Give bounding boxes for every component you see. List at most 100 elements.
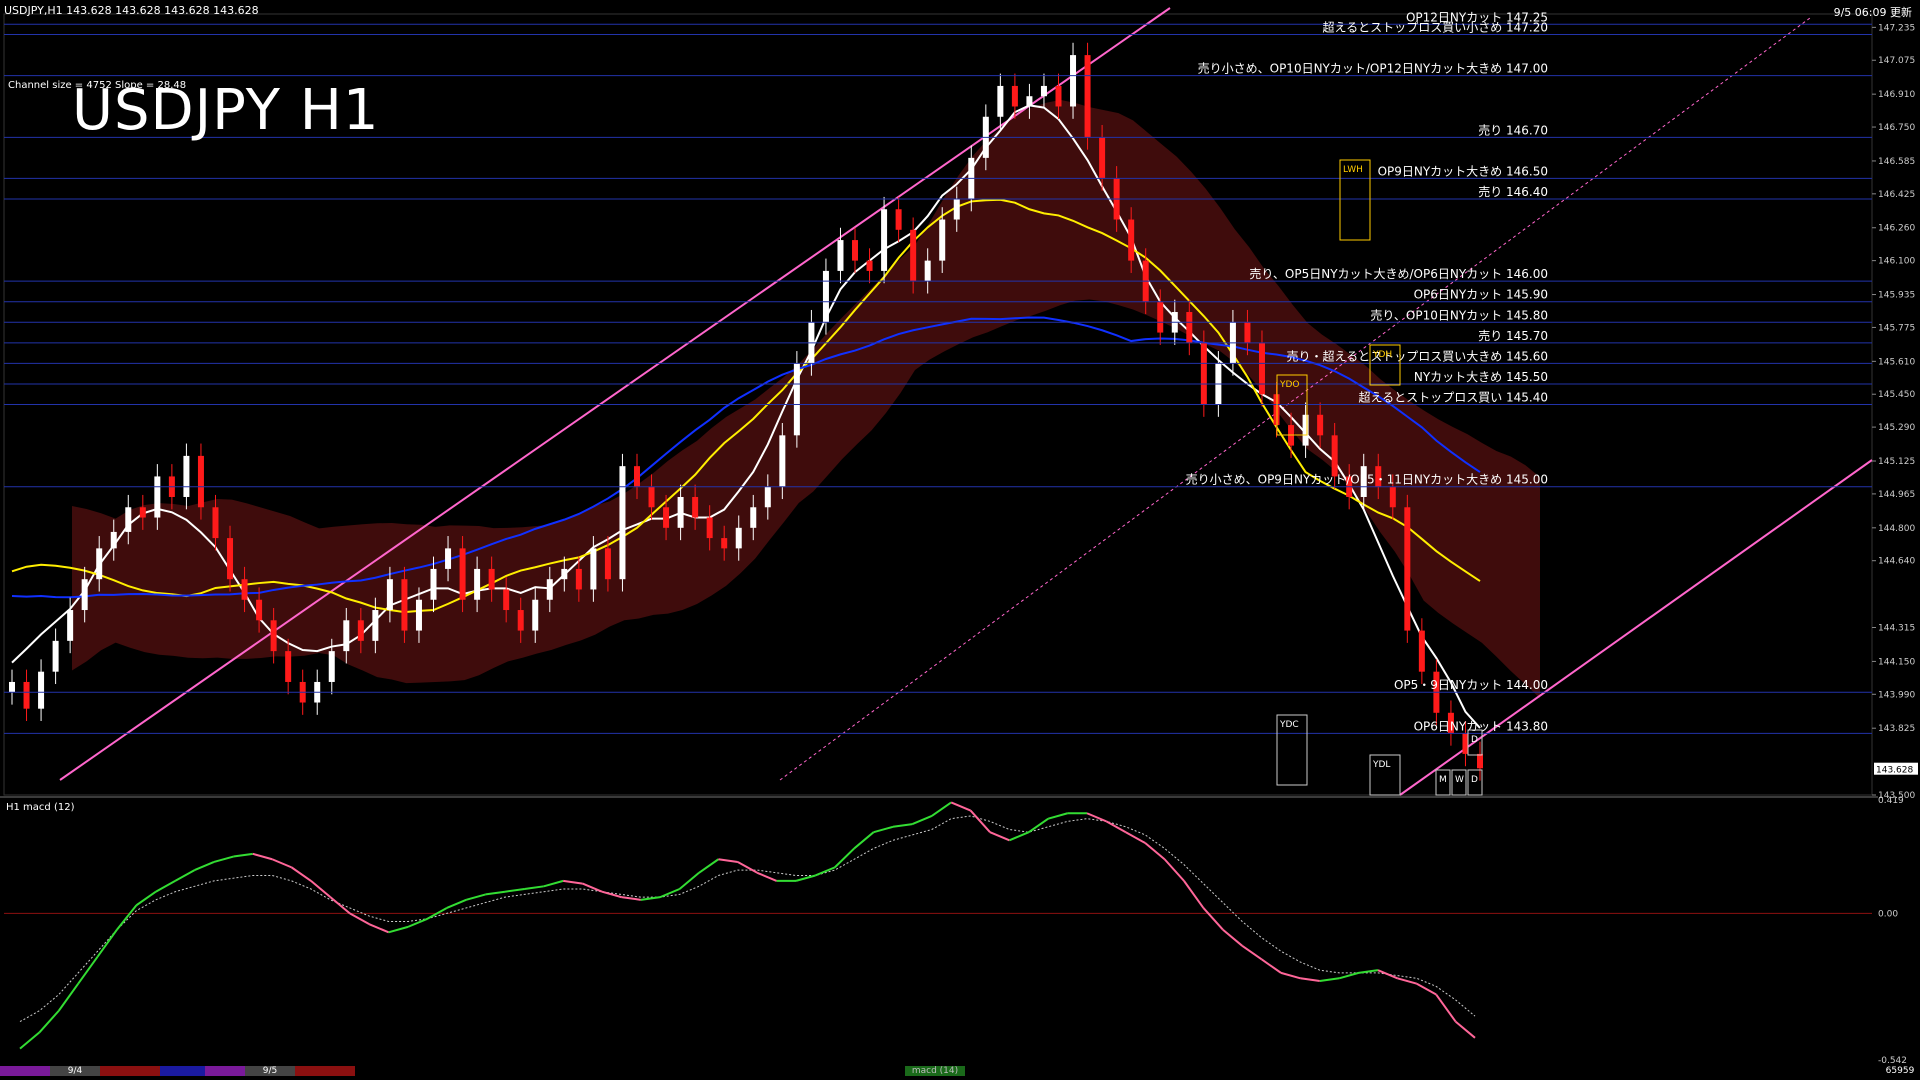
ref-box-label: M [1439, 775, 1447, 785]
level-label: 売り小さめ、OP10日NYカット/OP12日NYカット大きめ 147.00 [1198, 61, 1548, 76]
candle-body [779, 435, 786, 487]
macd-segment [659, 888, 680, 899]
y-tick-label: 146.750 [1878, 123, 1915, 133]
price-axis: 147.235 147.075 146.910 146.750 146.585 146.4… [1872, 23, 1918, 801]
candle-body [866, 260, 873, 271]
candle-body [1084, 55, 1091, 138]
macd-segment [795, 874, 816, 882]
macd-segment [407, 917, 428, 928]
candle-body [503, 589, 510, 611]
candle-body [23, 681, 30, 709]
macd-segment [504, 888, 525, 893]
macd-segment [388, 925, 409, 934]
session-seg [160, 1066, 205, 1076]
level-label: 売り・超えるとストップロス買い大きめ 145.60 [1287, 348, 1548, 363]
macd-segment [969, 809, 991, 833]
candle-body [852, 240, 859, 261]
y-tick-label: 147.075 [1878, 56, 1915, 66]
candle-body [764, 486, 771, 508]
ref-box-label: D [1471, 775, 1478, 785]
macd-segment [1319, 977, 1340, 982]
candle-body [256, 599, 263, 621]
candle-body [590, 548, 597, 590]
candle-body [822, 270, 829, 323]
macd-signal-line [19, 815, 1476, 1023]
update-time: 9/5 06:09 更新 [1833, 6, 1912, 19]
y-tick-label: 145.290 [1878, 423, 1915, 433]
macd-segment [524, 885, 544, 891]
candle-body [546, 579, 553, 600]
y-tick-label: 144.640 [1878, 557, 1915, 567]
date-seg-a: 9/4 [50, 1066, 100, 1076]
y-tick-label: 145.450 [1878, 390, 1915, 400]
candle-body [677, 496, 684, 528]
indicator-tab[interactable]: macd (14) [905, 1066, 965, 1076]
macd-segment [678, 872, 700, 890]
macd-segment [1047, 812, 1068, 820]
candle-body [1418, 630, 1425, 672]
candle-body [474, 568, 481, 600]
macd-segment [1009, 831, 1030, 842]
macd-tick-label: 0.419 [1878, 796, 1904, 806]
y-tick-label: 145.775 [1878, 323, 1915, 333]
candle-body [401, 579, 408, 631]
candle-body [953, 198, 960, 220]
ref-box-label: YDC [1279, 720, 1299, 730]
macd-segment [563, 879, 583, 885]
ichimoku-cloud [72, 99, 1540, 699]
level-label: NYカット大きめ 145.50 [1414, 370, 1548, 384]
level-label: 売り、OP10日NYカット 145.80 [1370, 307, 1548, 322]
level-label: 超えるとストップロス買い小さめ 147.20 [1323, 20, 1548, 35]
macd-segment [116, 904, 138, 931]
bottom-value: 65959 [1885, 1066, 1915, 1076]
candle-body [939, 219, 946, 261]
candle-body [604, 548, 611, 580]
macd-segment [756, 871, 777, 882]
macd-segment [1261, 958, 1282, 974]
session-seg [0, 1066, 50, 1076]
candle-body [663, 507, 670, 528]
candle-body [1244, 322, 1251, 343]
level-label: OP6日NYカット 143.80 [1414, 719, 1548, 733]
macd-segment [1397, 977, 1418, 985]
y-tick-label: 143.990 [1878, 690, 1915, 700]
candle-body [488, 568, 495, 590]
candle-body [706, 517, 713, 539]
candle-body [924, 260, 931, 282]
candle-body [692, 496, 699, 518]
macd-segment [446, 898, 467, 909]
candle-body [997, 85, 1004, 117]
candle-body [38, 671, 45, 709]
chart-canvas: OP12日NYカット 147.25超えるとストップロス買い小さめ 147.20売… [3, 7, 1918, 1066]
macd-segment [291, 866, 312, 882]
macd-segment [1300, 977, 1320, 982]
candle-body [895, 209, 902, 230]
macd-segment [1435, 993, 1457, 1023]
candle-body [445, 548, 452, 569]
candle-body [241, 579, 248, 600]
candle-body [1200, 342, 1207, 405]
level-label: 売り 146.70 [1478, 122, 1548, 137]
candle-body [750, 507, 757, 528]
macd-segment [213, 855, 234, 863]
candle-body [9, 681, 15, 693]
macd-segment [1028, 817, 1049, 834]
macd-segment [329, 896, 351, 915]
macd-segment [1338, 971, 1359, 980]
macd-segment [96, 929, 118, 958]
candle-body [1011, 85, 1018, 107]
ref-box-label: LWH [1343, 165, 1363, 175]
candle-body [110, 531, 117, 549]
candle-body [619, 466, 626, 580]
candle-body [212, 507, 219, 539]
macd-segment [1105, 820, 1127, 834]
macd-segment [1377, 969, 1398, 980]
candle-body [67, 610, 74, 641]
candle-body [270, 620, 277, 652]
macd-segment [718, 858, 738, 863]
macd-segment [931, 801, 952, 817]
ref-box-label: YDO [1279, 380, 1300, 390]
macd-segment [601, 890, 622, 899]
macd-segment [892, 823, 913, 828]
candle-body [575, 568, 582, 590]
